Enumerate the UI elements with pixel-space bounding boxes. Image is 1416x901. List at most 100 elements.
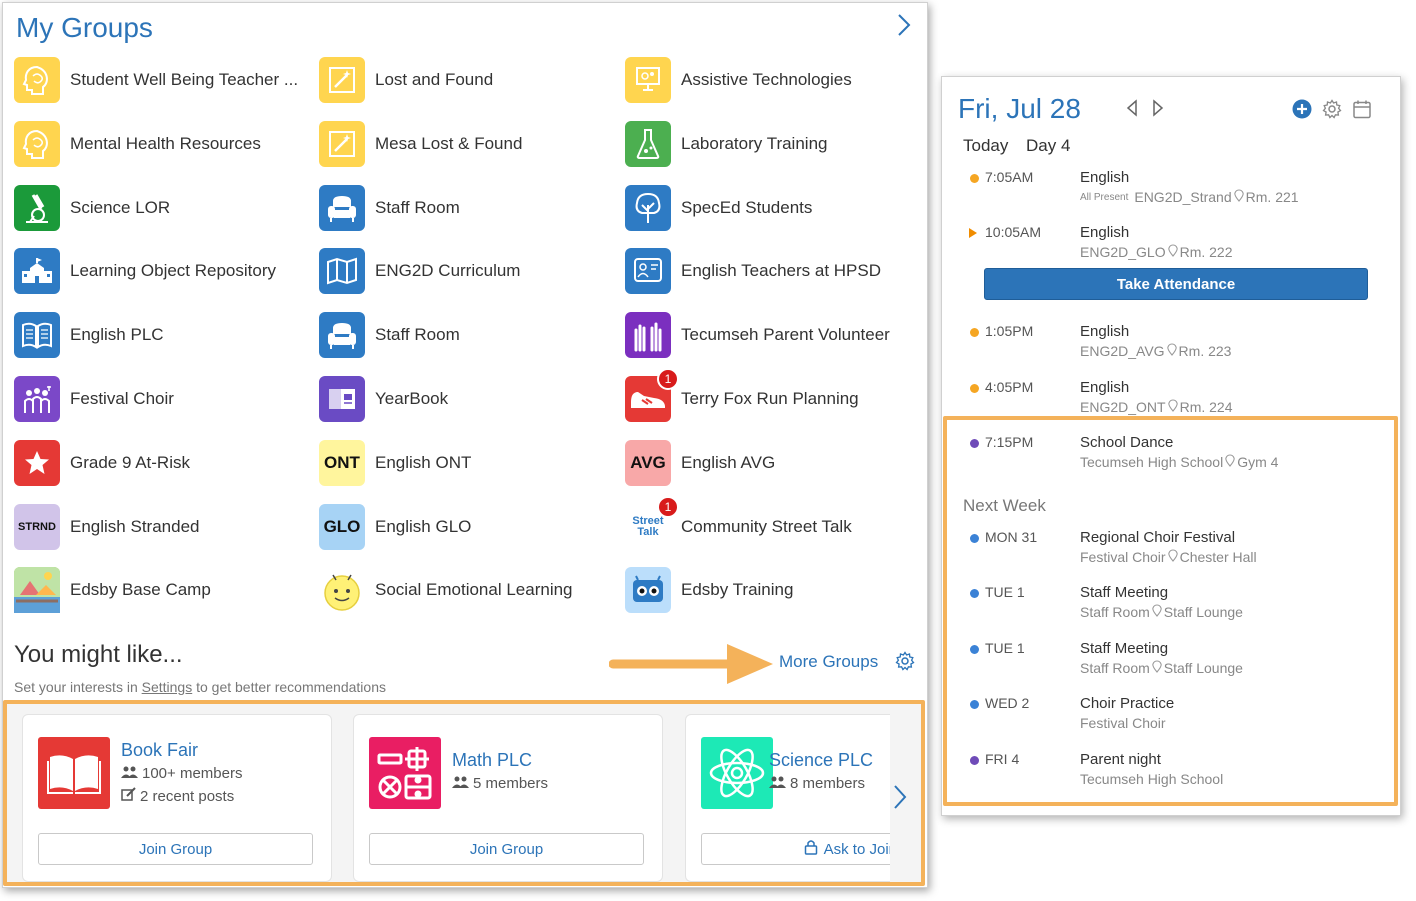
computer-icon xyxy=(625,57,671,103)
calendar-date: Fri, Jul 28 xyxy=(958,93,1081,124)
calendar-tools xyxy=(1292,99,1372,124)
gear-icon[interactable] xyxy=(895,651,915,676)
group-label: Grade 9 At-Risk xyxy=(70,452,190,472)
members-icon xyxy=(452,775,470,792)
microscope-icon xyxy=(14,184,60,231)
group-item[interactable]: Laboratory Training xyxy=(625,119,925,169)
wand-icon xyxy=(319,120,365,167)
event-title: English xyxy=(1080,224,1130,241)
page-title: My Groups xyxy=(16,12,153,43)
next-day-icon[interactable] xyxy=(1152,99,1164,122)
group-card-book-fair[interactable]: Book Fair 100+ members 2 recent posts Jo… xyxy=(22,714,332,882)
group-item[interactable]: Staff Room xyxy=(319,183,619,233)
math-icon xyxy=(369,737,441,809)
group-label: Mental Health Resources xyxy=(70,133,261,153)
calendar-icon[interactable] xyxy=(1352,99,1372,124)
hands-icon xyxy=(625,312,671,359)
chevron-right-icon[interactable] xyxy=(897,13,911,42)
edit-icon xyxy=(121,787,137,805)
glo-icon: GLO xyxy=(319,503,365,550)
group-item[interactable]: Student Well Being Teacher ... xyxy=(14,55,314,105)
group-item[interactable]: Edsby Training xyxy=(625,565,925,615)
group-item[interactable]: Mesa Lost & Found xyxy=(319,119,619,169)
armchair-icon xyxy=(319,184,365,231)
group-label: Student Well Being Teacher ... xyxy=(70,70,299,89)
group-item[interactable]: English PLC xyxy=(14,310,314,360)
members-text: 100+ members xyxy=(142,765,243,782)
recommended-groups: Book Fair 100+ members 2 recent posts Jo… xyxy=(3,700,925,886)
group-label: Staff Room xyxy=(375,197,460,217)
group-card-science-plc[interactable]: Science PLC 8 members Ask to Join xyxy=(685,714,890,882)
open-book-icon xyxy=(38,737,110,809)
group-card-math-plc[interactable]: Math PLC 5 members Join Group xyxy=(353,714,663,882)
posts-text: 2 recent posts xyxy=(140,787,235,805)
camp-icon xyxy=(14,567,60,614)
group-label: Terry Fox Run Planning xyxy=(681,389,859,408)
avg-icon: AVG xyxy=(625,439,671,486)
group-item[interactable]: Grade 9 At-Risk xyxy=(14,438,314,488)
recent-posts: 2 recent posts xyxy=(121,787,234,805)
group-item[interactable]: AVG English AVG xyxy=(625,438,925,488)
robot-icon xyxy=(625,567,671,614)
more-groups-link[interactable]: More Groups xyxy=(779,652,878,672)
group-item[interactable]: Assistive Technologies xyxy=(625,55,925,105)
join-group-button[interactable]: Join Group xyxy=(38,833,313,865)
group-item[interactable]: YearBook xyxy=(319,374,619,424)
group-item[interactable]: Lost and Found xyxy=(319,55,619,105)
chevron-right-icon[interactable] xyxy=(893,784,907,815)
ask-to-join-label: Ask to Join xyxy=(823,840,890,858)
members-icon xyxy=(769,775,787,792)
group-label: Assistive Technologies xyxy=(681,70,852,89)
card-title[interactable]: Math PLC xyxy=(452,750,532,771)
group-item[interactable]: GLO English GLO xyxy=(319,502,619,552)
group-item[interactable]: Mental Health Resources xyxy=(14,119,314,169)
group-label: Community Street Talk xyxy=(681,516,852,536)
icon-text: AVG xyxy=(630,452,666,472)
location-pin-icon xyxy=(1167,399,1178,415)
group-item[interactable]: Edsby Base Camp xyxy=(14,565,314,615)
join-group-button[interactable]: Join Group xyxy=(369,833,644,865)
icon-text: ONT xyxy=(324,452,360,472)
icon-text: STRND xyxy=(18,520,56,533)
group-item[interactable]: Learning Object Repository xyxy=(14,246,314,296)
group-item[interactable]: ENG2D Curriculum xyxy=(319,246,619,296)
group-item[interactable]: ONT English ONT xyxy=(319,438,619,488)
group-item[interactable]: English Teachers at HPSD xyxy=(625,246,925,296)
atom-icon xyxy=(701,737,773,809)
hint-text-before: Set your interests in xyxy=(14,679,142,695)
group-item[interactable]: STRND English Stranded xyxy=(14,502,314,552)
group-label: Staff Room xyxy=(375,325,460,345)
event-section: ENG2D_GLO xyxy=(1080,244,1166,260)
card-title[interactable]: Book Fair xyxy=(121,740,198,761)
take-attendance-button[interactable]: Take Attendance xyxy=(984,268,1368,300)
smiley-icon xyxy=(319,567,365,614)
location-pin-icon xyxy=(1233,189,1244,205)
group-item[interactable]: SpecEd Students xyxy=(625,183,925,233)
shoe-icon: 1 xyxy=(625,368,679,422)
previous-day-icon[interactable] xyxy=(1126,99,1138,122)
group-item[interactable]: Science LOR xyxy=(14,183,314,233)
highlight-frame xyxy=(943,416,1398,806)
event-room: Rm. 222 xyxy=(1179,244,1233,260)
group-label: English AVG xyxy=(681,452,776,472)
group-item[interactable]: Festival Choir xyxy=(14,374,314,424)
group-item[interactable]: Staff Room xyxy=(319,310,619,360)
gear-icon[interactable] xyxy=(1322,99,1342,124)
group-label: Edsby Base Camp xyxy=(70,580,211,600)
add-event-icon[interactable] xyxy=(1292,99,1312,124)
event-dot xyxy=(970,174,979,183)
hint-text-after: to get better recommendations xyxy=(192,679,386,695)
group-item[interactable]: Social Emotional Learning xyxy=(319,565,619,615)
group-item[interactable]: Street Talk 1 Community Street Talk xyxy=(625,495,925,552)
event-room: Rm. 221 xyxy=(1245,189,1299,205)
icon-text: Street Talk xyxy=(632,514,664,538)
settings-link[interactable]: Settings xyxy=(142,679,193,695)
group-label: Laboratory Training xyxy=(681,133,828,153)
ask-to-join-button[interactable]: Ask to Join xyxy=(701,833,890,865)
members-icon xyxy=(121,765,139,782)
card-title[interactable]: Science PLC xyxy=(769,750,873,771)
lock-icon xyxy=(804,839,818,859)
group-item[interactable]: 1 Terry Fox Run Planning xyxy=(625,368,925,424)
group-item[interactable]: Tecumseh Parent Volunteer xyxy=(625,310,925,360)
attendance-status: All Present xyxy=(1080,191,1129,203)
